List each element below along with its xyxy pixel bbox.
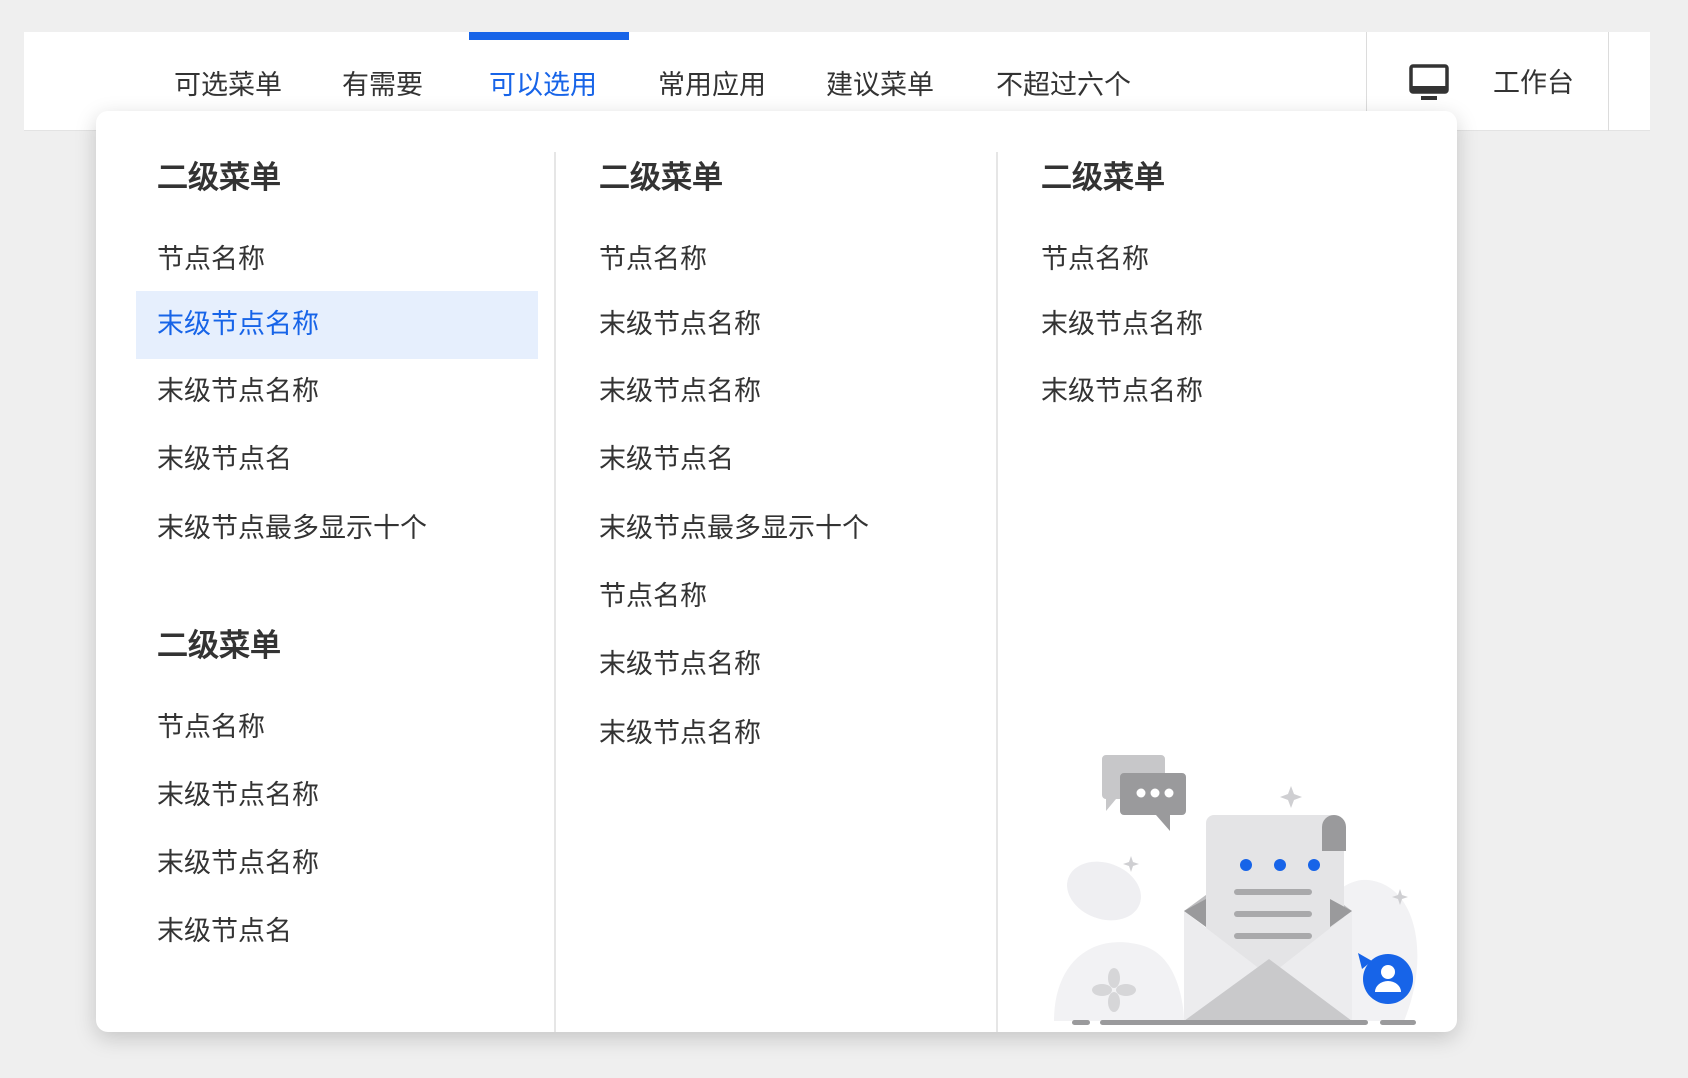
menu-item[interactable]: 末级节点最多显示十个	[599, 495, 869, 563]
menu-item[interactable]: 末级节点名称	[1041, 358, 1203, 426]
submenu-heading: 二级菜单	[157, 628, 281, 664]
menu-item[interactable]: 节点名称	[157, 694, 265, 762]
menu-item[interactable]: 末级节点名称	[157, 830, 319, 898]
menu-item[interactable]: 节点名称	[1041, 226, 1149, 294]
submenu-heading: 二级菜单	[157, 160, 281, 196]
monitor-icon	[1409, 64, 1449, 102]
menu-item[interactable]: 末级节点名称	[157, 358, 319, 426]
submenu-heading: 二级菜单	[599, 160, 723, 196]
menu-item[interactable]: 末级节点名	[599, 426, 734, 494]
menu-item[interactable]: 末级节点最多显示十个	[157, 495, 427, 563]
menu-item[interactable]: 末级节点名	[157, 898, 292, 966]
menu-item[interactable]: 末级节点名称	[599, 291, 761, 359]
submenu-heading: 二级菜单	[1041, 160, 1165, 196]
workbench-label: 工作台	[1493, 68, 1574, 99]
menu-item[interactable]: 节点名称	[599, 563, 707, 631]
mega-menu-dropdown: 二级菜单 节点名称 末级节点名称 末级节点名称 末级节点名 末级节点最多显示十个…	[96, 111, 1457, 1032]
menu-item[interactable]: 节点名称	[599, 226, 707, 294]
menu-item-highlighted[interactable]: 末级节点名称	[136, 291, 538, 359]
menu-item[interactable]: 节点名称	[157, 226, 265, 294]
column-divider	[554, 152, 556, 1032]
menu-item[interactable]: 末级节点名称	[157, 762, 319, 830]
menu-item[interactable]: 末级节点名	[157, 426, 292, 494]
menu-item[interactable]: 末级节点名称	[599, 631, 761, 699]
column-divider	[996, 152, 998, 1032]
menu-item[interactable]: 末级节点名称	[1041, 291, 1203, 359]
envelope-message-illustration	[1034, 731, 1434, 1031]
menu-item[interactable]: 末级节点名称	[599, 700, 761, 768]
menu-item[interactable]: 末级节点名称	[599, 358, 761, 426]
